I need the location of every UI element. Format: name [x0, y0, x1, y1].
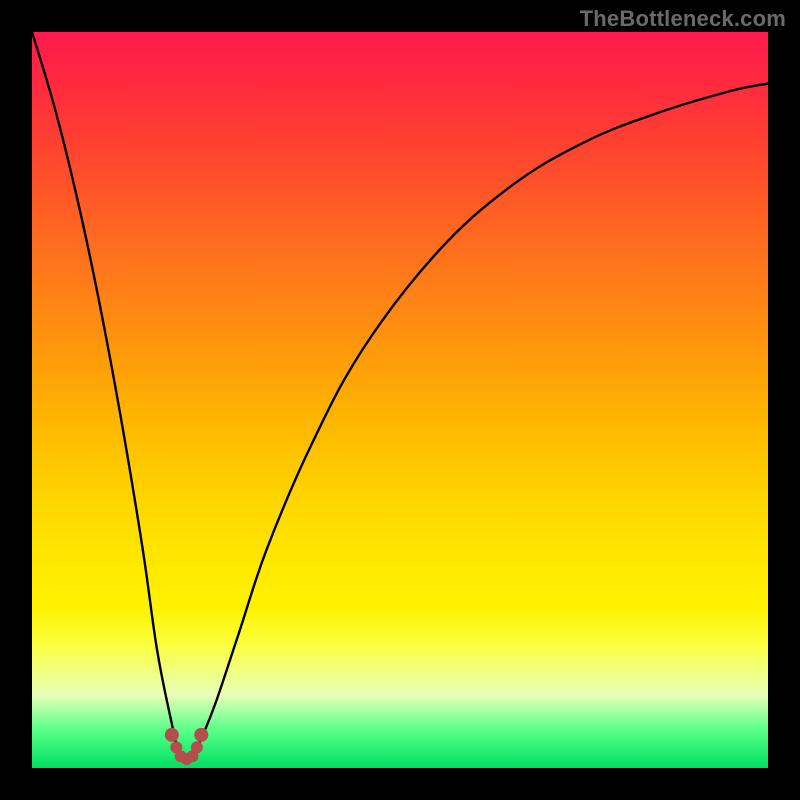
chart-frame: TheBottleneck.com [0, 0, 800, 800]
bottleneck-curve [32, 32, 768, 761]
watermark-text: TheBottleneck.com [580, 6, 786, 32]
min-marker [194, 728, 208, 742]
min-marker [191, 741, 203, 753]
min-region-markers [165, 728, 208, 765]
min-marker [165, 728, 179, 742]
chart-plot-area [32, 32, 768, 768]
